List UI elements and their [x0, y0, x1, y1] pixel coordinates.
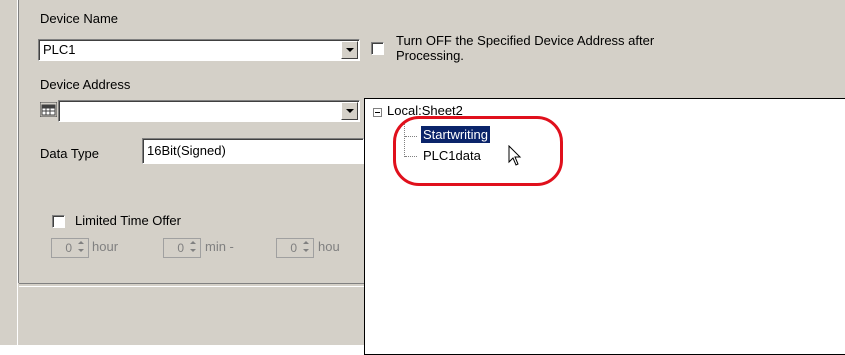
limited-time-label: Limited Time Offer [75, 213, 181, 228]
second-hour-unit-label: hou [318, 239, 340, 254]
separator [19, 283, 369, 287]
second-hour-spinner-value: 0 [290, 241, 297, 255]
min-spinner-value: 0 [177, 241, 184, 255]
collapse-icon[interactable] [373, 108, 382, 117]
data-type-value: 16Bit(Signed) [147, 143, 226, 158]
data-type-label: Data Type [40, 146, 100, 161]
chevron-down-icon [346, 48, 354, 52]
mouse-pointer-icon [508, 144, 522, 170]
turn-off-label: Turn OFF the Specified Device Address af… [396, 33, 654, 63]
dialog-border-inner [18, 0, 19, 283]
hour-unit-label: hour [92, 239, 119, 254]
turn-off-checkbox[interactable] [371, 42, 384, 55]
highlight-oval [393, 116, 563, 186]
min-spinner[interactable]: 0 [163, 238, 201, 258]
turn-off-label-line2: Processing. [396, 48, 464, 63]
device-name-combobox[interactable]: PLC1 [38, 39, 360, 61]
chevron-down-icon [346, 109, 354, 113]
device-address-dropdown-button[interactable] [341, 102, 358, 120]
device-name-label: Device Name [40, 11, 119, 26]
min-unit-label: min - [205, 239, 234, 254]
device-address-grid-icon[interactable] [39, 101, 58, 118]
hour-spinner[interactable]: 0 [51, 238, 89, 258]
data-type-field[interactable]: 16Bit(Signed) [142, 138, 364, 164]
spinner-arrows-icon[interactable] [188, 240, 199, 254]
spinner-arrows-icon[interactable] [301, 240, 312, 254]
device-name-value: PLC1 [43, 42, 76, 57]
device-address-combobox[interactable] [58, 100, 360, 122]
hour-spinner-value: 0 [65, 241, 72, 255]
spinner-arrows-icon[interactable] [76, 240, 87, 254]
device-name-dropdown-button[interactable] [341, 41, 358, 59]
device-address-label: Device Address [40, 77, 131, 92]
second-hour-spinner[interactable]: 0 [276, 238, 314, 258]
turn-off-label-line1: Turn OFF the Specified Device Address af… [396, 33, 655, 48]
limited-time-checkbox[interactable] [52, 215, 65, 228]
